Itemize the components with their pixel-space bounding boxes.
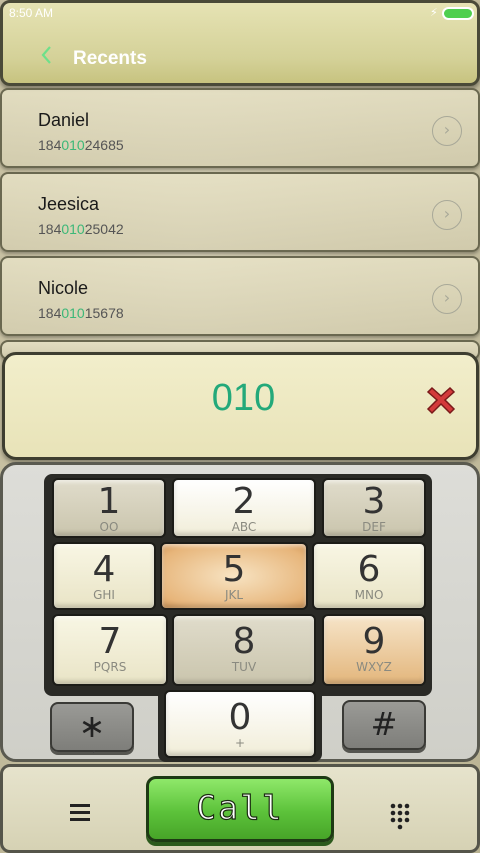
clear-input-icon[interactable] (425, 384, 457, 416)
key-7[interactable]: 7 PQRS (52, 614, 168, 686)
contact-number: 18401015678 (38, 305, 124, 321)
key-3[interactable]: 3 DEF (322, 478, 426, 538)
key-5[interactable]: 5 JKL (160, 542, 308, 610)
status-time: 8:50 AM (9, 6, 54, 20)
contact-row-nicole[interactable]: Nicole 18401015678 › (0, 256, 480, 336)
battery-icon (442, 7, 474, 20)
key-2[interactable]: 2 ABC (172, 478, 316, 538)
dial-input-display: 010 (2, 352, 479, 460)
menu-icon[interactable] (68, 802, 92, 822)
contact-name: Daniel (38, 110, 90, 130)
chevron-right-icon[interactable]: › (432, 116, 462, 146)
dialed-number: 010 (211, 377, 276, 419)
match-highlight: 010 (61, 305, 85, 321)
contact-row-daniel[interactable]: Daniel 18401024685 › (0, 88, 480, 168)
contact-name: Jeesica (38, 194, 100, 214)
contact-number: 18401025042 (38, 221, 124, 237)
key-4[interactable]: 4 GHI (52, 542, 156, 610)
contact-number: 18401024685 (38, 137, 124, 153)
contact-row-jeesica[interactable]: Jeesica 18401025042 › (0, 172, 480, 252)
call-button[interactable]: Call (146, 776, 334, 842)
dialpad-icon[interactable] (388, 802, 412, 830)
charging-bolt-icon: ⚡ (430, 6, 438, 19)
chevron-right-icon[interactable]: › (432, 284, 462, 314)
page-title: Recents (73, 48, 147, 69)
status-bar: 8:50 AM ⚡ (0, 0, 480, 28)
back-arrow-icon[interactable] (39, 43, 53, 67)
key-0[interactable]: 0 + (164, 690, 316, 758)
key-8[interactable]: 8 TUV (172, 614, 316, 686)
call-label: Call (196, 787, 284, 827)
key-9[interactable]: 9 WXYZ (322, 614, 426, 686)
key-6[interactable]: 6 MNO (312, 542, 426, 610)
match-highlight: 010 (61, 221, 85, 237)
key-1[interactable]: 1 OO (52, 478, 166, 538)
star-key[interactable]: ∗ , (50, 702, 134, 755)
chevron-right-icon[interactable]: › (432, 200, 462, 230)
hash-key[interactable]: # (342, 700, 426, 750)
contact-name: Nicole (38, 278, 89, 298)
match-highlight: 010 (61, 137, 85, 153)
